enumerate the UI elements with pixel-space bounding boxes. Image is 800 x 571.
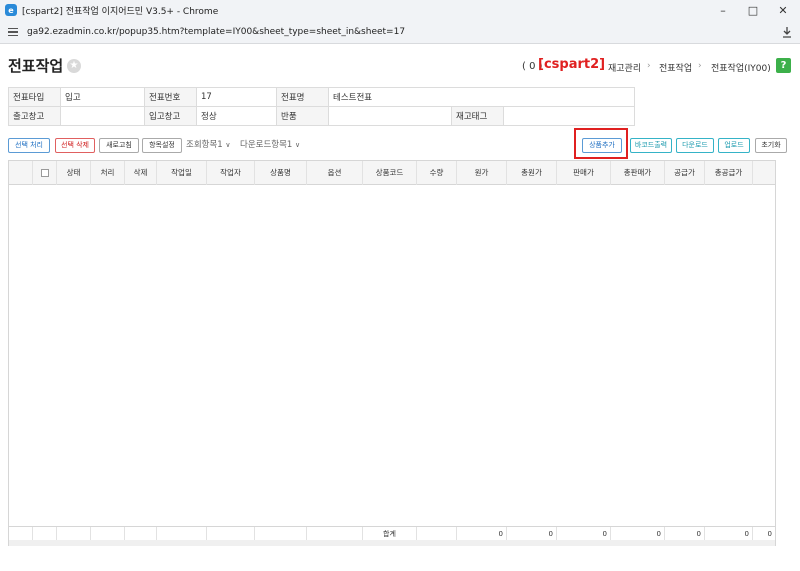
col-delete[interactable]: 삭제: [125, 161, 157, 185]
footer-total-total-cost: 0: [507, 527, 557, 541]
col-product-code[interactable]: 상품코드: [363, 161, 417, 185]
sheet-type-value: 입고: [60, 87, 145, 107]
view-items-select[interactable]: 조회항목1 ∨: [186, 138, 231, 153]
footer-cell: [33, 527, 57, 541]
page-title: 전표작업: [8, 57, 64, 75]
help-button[interactable]: ?: [776, 58, 791, 73]
footer-cell: [157, 527, 207, 541]
footer-total-supply-price: 0: [665, 527, 705, 541]
footer-total-label: 합계: [363, 527, 417, 541]
col-product-name[interactable]: 상품명: [255, 161, 307, 185]
col-work-date[interactable]: 작업일: [157, 161, 207, 185]
site-settings-icon[interactable]: [8, 27, 18, 37]
sheet-name-value: 테스트전표: [328, 87, 635, 107]
download-button[interactable]: 다운로드: [676, 138, 714, 153]
breadcrumb-separator-icon: ›: [647, 61, 651, 71]
download-items-value: 다운로드항목1: [240, 140, 293, 150]
favorite-star-icon[interactable]: ★: [67, 59, 81, 73]
col-total-supply-price[interactable]: 총공급가: [705, 161, 753, 185]
in-warehouse-value: 정상: [196, 106, 277, 126]
column-settings-button[interactable]: 항목설정: [142, 138, 182, 153]
grid-footer: 합계 0 0 0 0 0 0 0: [9, 526, 775, 541]
footer-total-cost: 0: [457, 527, 507, 541]
in-warehouse-label: 입고창고: [144, 106, 197, 126]
sheet-number-label: 전표번호: [144, 87, 197, 107]
col-quantity[interactable]: 수량: [417, 161, 457, 185]
maximize-button[interactable]: □: [738, 0, 768, 20]
address-bar: ga92.ezadmin.co.kr/popup35.htm?template=…: [0, 20, 800, 44]
grid-header: 상태 처리 삭제 작업일 작업자 상품명 옵션 상품코드 수량 원가 총원가 판…: [9, 161, 775, 185]
breadcrumb-item-2[interactable]: 전표작업: [659, 61, 692, 74]
footer-total-total-sale-price: 0: [611, 527, 665, 541]
barcode-print-button[interactable]: 바코드출력: [630, 138, 672, 153]
horizontal-scrollbar[interactable]: [9, 540, 775, 546]
window-title-bar: e [cspart2] 전표작업 이지어드민 V3.5+ - Chrome – …: [0, 0, 800, 20]
col-sale-price[interactable]: 판매가: [557, 161, 611, 185]
account-name: [cspart2]: [538, 57, 606, 72]
breadcrumb-item-3[interactable]: 전표작업(IY00): [711, 61, 771, 74]
refresh-button[interactable]: 새로고침: [99, 138, 139, 153]
return-label: 반품: [276, 106, 329, 126]
col-total-cost[interactable]: 총원가: [507, 161, 557, 185]
sheet-info-table: 전표타입 입고 전표번호 17 전표명 테스트전표 출고창고 입고창고 정상 반…: [8, 87, 635, 126]
view-items-value: 조회항목1: [186, 140, 223, 150]
highlight-box: [574, 128, 628, 159]
col-total-sale-price[interactable]: 총판매가: [611, 161, 665, 185]
footer-cell: [207, 527, 255, 541]
col-option[interactable]: 옵션: [307, 161, 363, 185]
col-supply-price[interactable]: 공급가: [665, 161, 705, 185]
footer-cell: [417, 527, 457, 541]
footer-total-total-supply-price: 0: [705, 527, 753, 541]
reset-button[interactable]: 초기화: [755, 138, 787, 153]
stock-tag-label: 재고태그: [451, 106, 504, 126]
app-icon: e: [5, 4, 17, 16]
breadcrumb-item-1[interactable]: 재고관리: [608, 61, 641, 74]
close-button[interactable]: ✕: [768, 0, 798, 20]
col-worker[interactable]: 작업자: [207, 161, 255, 185]
select-all-checkbox[interactable]: [33, 161, 57, 185]
breadcrumb-separator-icon: ›: [698, 61, 702, 71]
stock-tag-value: [503, 106, 635, 126]
select-process-button[interactable]: 선택 처리: [8, 138, 50, 153]
footer-cell: [9, 527, 33, 541]
footer-cell: [57, 527, 91, 541]
footer-cell: [255, 527, 307, 541]
url-text[interactable]: ga92.ezadmin.co.kr/popup35.htm?template=…: [27, 27, 405, 37]
info-row-2: 출고창고 입고창고 정상 반품 재고태그: [8, 106, 635, 126]
upload-button[interactable]: 업로드: [718, 138, 750, 153]
sheet-name-label: 전표명: [276, 87, 329, 107]
out-warehouse-value: [60, 106, 145, 126]
footer-cell: [307, 527, 363, 541]
sheet-number-value: 17: [196, 87, 277, 107]
window-title: [cspart2] 전표작업 이지어드민 V3.5+ - Chrome: [22, 6, 219, 17]
footer-total-sale-price: 0: [557, 527, 611, 541]
chevron-down-icon: ∨: [225, 141, 231, 149]
footer-cell: [125, 527, 157, 541]
select-delete-button[interactable]: 선택 삭제: [55, 138, 95, 153]
col-status[interactable]: 상태: [57, 161, 91, 185]
footer-total-extra: 0: [767, 530, 772, 538]
download-items-select[interactable]: 다운로드항목1 ∨: [240, 138, 300, 153]
info-row-1: 전표타입 입고 전표번호 17 전표명 테스트전표: [8, 87, 635, 107]
grid-row-number-header: [9, 161, 33, 185]
sheet-type-label: 전표타입: [8, 87, 61, 107]
product-grid: 상태 처리 삭제 작업일 작업자 상품명 옵션 상품코드 수량 원가 총원가 판…: [8, 160, 776, 546]
minimize-button[interactable]: –: [708, 0, 738, 20]
col-cost[interactable]: 원가: [457, 161, 507, 185]
col-process[interactable]: 처리: [91, 161, 125, 185]
footer-cell: [91, 527, 125, 541]
out-warehouse-label: 출고창고: [8, 106, 61, 126]
download-icon[interactable]: [780, 25, 794, 39]
chevron-down-icon: ∨: [295, 141, 301, 149]
return-value: [328, 106, 452, 126]
